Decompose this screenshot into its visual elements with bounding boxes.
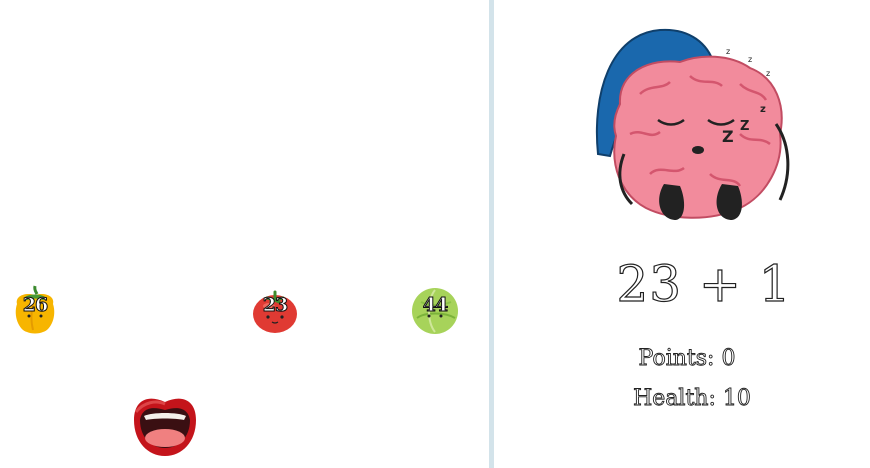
open-mouth-icon	[134, 398, 196, 456]
vegetable-cabbage: 44	[407, 282, 463, 338]
svg-text:z: z	[748, 55, 752, 64]
vegetable-number: 26	[22, 294, 48, 317]
svg-text:z: z	[760, 104, 766, 115]
health-label: Health: 10	[633, 386, 752, 412]
svg-text:Z: Z	[740, 119, 749, 134]
sleeping-brain-icon: Z Z z z z z	[595, 28, 790, 220]
svg-text:z: z	[726, 47, 730, 56]
play-area[interactable]: 26 23 44	[0, 0, 489, 468]
points-label: Points: 0	[638, 346, 736, 372]
math-equation: 23 + 1	[616, 254, 792, 313]
player-mouth[interactable]	[128, 390, 202, 460]
vegetable-number: 23	[262, 294, 288, 317]
vegetable-pepper: 26	[7, 282, 63, 338]
svg-text:z: z	[766, 69, 770, 78]
vegetable-tomato: 23	[247, 282, 303, 338]
game-stage: 26 23 44 Z Z z z z z 23 + 1 Points: 0 He…	[0, 0, 870, 468]
vegetable-number: 44	[422, 294, 448, 317]
svg-text:Z: Z	[722, 127, 734, 146]
sleeping-brain: Z Z z z z z	[590, 24, 810, 224]
